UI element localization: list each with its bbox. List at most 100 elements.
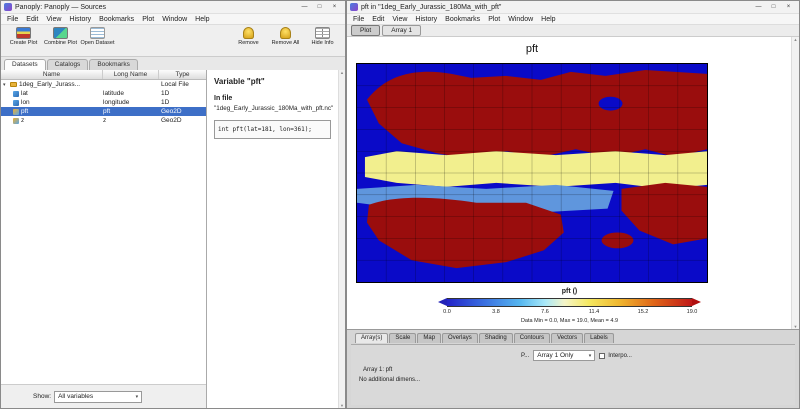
maximize-icon[interactable]: □ (312, 2, 327, 13)
tab-contours[interactable]: Contours (514, 333, 550, 343)
tab-overlays[interactable]: Overlays (442, 333, 478, 343)
sources-titlebar: Panoply: Panoply — Sources — □ × (1, 1, 345, 14)
dataset-table: Name Long Name Type ▾ 1deg_Early_Jurass.… (1, 70, 207, 408)
colorbar (438, 298, 701, 307)
menu-window[interactable]: Window (158, 16, 191, 23)
tab-catalogs[interactable]: Catalogs (47, 59, 89, 70)
table-row-lat[interactable]: lat latitude 1D (1, 89, 206, 98)
show-label: Show: (33, 393, 51, 400)
open-dataset-icon (90, 27, 105, 39)
tab-bookmarks[interactable]: Bookmarks (89, 59, 138, 70)
menu-help[interactable]: Help (191, 16, 213, 23)
file-name: "1deg_Early_Jurassic_180Ma_with_pft.nc" (214, 105, 331, 112)
plot-window: pft in "1deg_Early_Jurassic_180Ma_with_p… (346, 0, 800, 409)
scroll-up-icon[interactable]: ▲ (340, 70, 344, 75)
scroll-down-icon[interactable]: ▼ (340, 403, 344, 408)
menu-file[interactable]: File (3, 16, 22, 23)
show-filter-bar: Show: All variables ▾ (1, 384, 206, 408)
in-file-label: In file (214, 95, 331, 102)
plot-menubar: File Edit View History Bookmarks Plot Wi… (347, 14, 799, 25)
plot-canvas: pft pft () (347, 37, 799, 329)
remove-button[interactable]: Remove (230, 27, 267, 46)
column-type[interactable]: Type (159, 70, 206, 79)
show-variables-dropdown[interactable]: All variables ▾ (54, 391, 142, 403)
close-icon[interactable]: × (781, 2, 796, 13)
menu-window[interactable]: Window (504, 16, 537, 23)
table-row-z[interactable]: z z Geo2D (1, 116, 206, 125)
menu-help[interactable]: Help (537, 16, 559, 23)
menu-view[interactable]: View (42, 16, 65, 23)
interpolate-checkbox[interactable] (599, 353, 605, 359)
column-long-name[interactable]: Long Name (103, 70, 159, 79)
variable-info-panel: Variable "pft" In file "1deg_Early_Juras… (207, 70, 345, 408)
window-title: Panoply: Panoply — Sources (15, 4, 106, 11)
window-title: pft in "1deg_Early_Jurassic_180Ma_with_p… (361, 4, 501, 11)
hide-info-button[interactable]: Hide Info (304, 27, 341, 46)
table-row-lon[interactable]: lon longitude 1D (1, 98, 206, 107)
tab-scale[interactable]: Scale (389, 333, 416, 343)
menu-plot[interactable]: Plot (138, 16, 158, 23)
tick-label: 0.0 (443, 309, 451, 315)
tab-arrays[interactable]: Array(s) (355, 333, 388, 343)
variable-icon (13, 91, 19, 97)
colorbar-gradient (447, 298, 692, 307)
sources-menubar: File Edit View History Bookmarks Plot Wi… (1, 14, 345, 25)
menu-bookmarks[interactable]: Bookmarks (95, 16, 138, 23)
menu-history[interactable]: History (411, 16, 441, 23)
menu-history[interactable]: History (65, 16, 95, 23)
geo2d-variable-icon (13, 109, 19, 115)
menu-edit[interactable]: Edit (22, 16, 42, 23)
table-row-pft-selected[interactable]: pft pft Geo2D (1, 107, 206, 116)
create-plot-icon (16, 27, 31, 39)
menu-bookmarks[interactable]: Bookmarks (441, 16, 484, 23)
plot-mode-label: P... (521, 353, 529, 359)
maximize-icon[interactable]: □ (766, 2, 781, 13)
variable-declaration: int pft(lat=181, lon=361); (214, 120, 331, 139)
colorbar-left-arrow-icon (438, 298, 447, 306)
app-icon (4, 3, 12, 11)
plot-titlebar: pft in "1deg_Early_Jurassic_180Ma_with_p… (347, 1, 799, 14)
settings-tabs: Array(s) Scale Map Overlays Shading Cont… (347, 330, 799, 343)
tick-label: 19.0 (687, 309, 698, 315)
combine-plot-button[interactable]: Combine Plot (42, 27, 79, 46)
tick-label: 11.4 (589, 309, 599, 315)
remove-all-icon (280, 27, 291, 39)
menu-edit[interactable]: Edit (368, 16, 388, 23)
close-icon[interactable]: × (327, 2, 342, 13)
tab-plot[interactable]: Plot (351, 25, 380, 36)
menu-file[interactable]: File (349, 16, 368, 23)
colorbar-right-arrow-icon (692, 298, 701, 306)
menu-view[interactable]: View (388, 16, 411, 23)
arrays-tab-content: P... Array 1 Only ▾ Interpo... Array 1: … (351, 344, 795, 405)
app-icon (350, 3, 358, 11)
tab-map[interactable]: Map (417, 333, 441, 343)
remove-icon (243, 27, 254, 39)
create-plot-button[interactable]: Create Plot (5, 27, 42, 46)
table-body: ▾ 1deg_Early_Jurass... Local File lat la… (1, 80, 206, 384)
hide-info-icon (315, 27, 330, 39)
tick-label: 3.8 (492, 309, 500, 315)
minimize-icon[interactable]: — (751, 2, 766, 13)
tab-shading[interactable]: Shading (479, 333, 513, 343)
minimize-icon[interactable]: — (297, 2, 312, 13)
open-dataset-button[interactable]: Open Dataset (79, 27, 116, 46)
table-row-dataset[interactable]: ▾ 1deg_Early_Jurass... Local File (1, 80, 206, 89)
info-scrollbar[interactable]: ▲ ▼ (338, 70, 345, 408)
colorbar-title: pft () (438, 288, 701, 295)
tab-vectors[interactable]: Vectors (551, 333, 583, 343)
dimensions-info-text: No additional dimens... (359, 377, 420, 383)
array-mode-dropdown[interactable]: Array 1 Only ▾ (533, 350, 595, 361)
expand-icon[interactable]: ▾ (3, 82, 8, 88)
tab-datasets[interactable]: Datasets (4, 59, 46, 70)
sources-window: Panoply: Panoply — Sources — □ × File Ed… (0, 0, 346, 409)
tab-array-1[interactable]: Array 1 (382, 25, 421, 36)
column-name[interactable]: Name (1, 70, 103, 79)
menu-plot[interactable]: Plot (484, 16, 504, 23)
world-map-plot (356, 63, 708, 283)
remove-all-button[interactable]: Remove All (267, 27, 304, 46)
scroll-up-icon[interactable]: ▲ (794, 37, 798, 42)
interpolate-checkbox-group[interactable]: Interpo... (599, 353, 632, 359)
tab-labels[interactable]: Labels (584, 333, 614, 343)
variable-title: Variable "pft" (214, 77, 331, 86)
plot-scrollbar[interactable]: ▲ ▼ (791, 37, 799, 329)
